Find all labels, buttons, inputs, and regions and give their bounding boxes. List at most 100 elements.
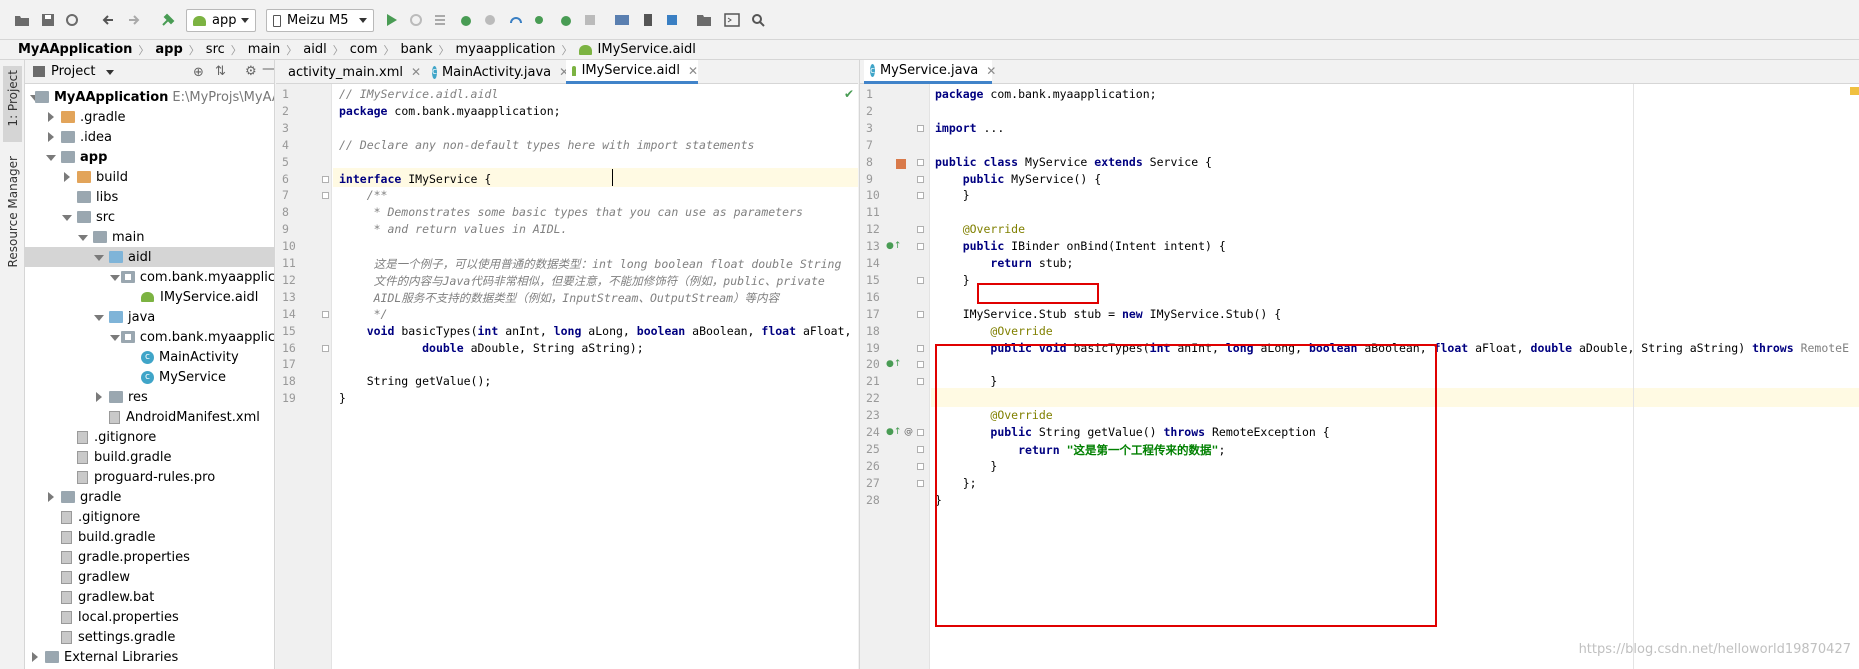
- expand-right-icon[interactable]: [29, 652, 39, 662]
- tree-item[interactable]: main: [25, 227, 274, 247]
- tree-item[interactable]: libs: [25, 187, 274, 207]
- fold-marker-icon[interactable]: [917, 226, 924, 234]
- expand-down-icon[interactable]: [109, 332, 120, 342]
- fold-marker-icon[interactable]: [322, 175, 329, 183]
- tab-mainactivity-java[interactable]: c MainActivity.java ✕: [426, 60, 569, 84]
- tree-item[interactable]: res: [25, 387, 274, 407]
- terminal-icon[interactable]: [722, 10, 742, 30]
- tree-item[interactable]: MyAApplication E:\MyProjs\MyAA: [25, 87, 274, 107]
- tree-item[interactable]: c MyService: [25, 367, 274, 387]
- tree-item[interactable]: gradle.properties: [25, 547, 274, 567]
- expand-down-icon[interactable]: [45, 152, 56, 162]
- fold-marker-icon[interactable]: [322, 192, 329, 200]
- gear-icon[interactable]: ⚙: [245, 64, 257, 79]
- sync-gradle-icon[interactable]: [612, 10, 632, 30]
- minimize-icon[interactable]: —: [262, 61, 274, 77]
- sdk-manager-icon[interactable]: [662, 10, 682, 30]
- breadcrumb-item-current[interactable]: IMyService.aidl: [578, 42, 696, 57]
- collapse-all-icon[interactable]: ⇅: [215, 64, 226, 79]
- fold-marker-icon[interactable]: [917, 445, 924, 453]
- fold-marker-icon[interactable]: [917, 344, 924, 352]
- tree-item[interactable]: AndroidManifest.xml: [25, 407, 274, 427]
- attach-debugger-icon[interactable]: [530, 10, 550, 30]
- fold-marker-icon[interactable]: [917, 310, 924, 318]
- fold-marker-icon[interactable]: [917, 378, 924, 386]
- tree-item[interactable]: com.bank.myaapplic: [25, 267, 274, 287]
- stop-icon[interactable]: [580, 10, 600, 30]
- open-folder-icon[interactable]: [12, 10, 32, 30]
- tab-imyservice-aidl[interactable]: IMyService.aidl ✕: [566, 60, 698, 84]
- tree-item[interactable]: aidl: [25, 247, 274, 267]
- tree-item[interactable]: gradlew.bat: [25, 587, 274, 607]
- breadcrumb-item[interactable]: main: [248, 42, 280, 57]
- fold-marker-icon[interactable]: [917, 276, 924, 284]
- fold-marker-icon[interactable]: [917, 158, 924, 166]
- project-structure-icon[interactable]: [694, 10, 714, 30]
- tree-item[interactable]: src: [25, 207, 274, 227]
- chevron-down-icon[interactable]: [106, 70, 114, 75]
- fold-marker-icon[interactable]: [917, 462, 924, 470]
- apply-changes-icon[interactable]: [406, 10, 426, 30]
- tree-item[interactable]: build.gradle: [25, 527, 274, 547]
- tree-item[interactable]: External Libraries: [25, 647, 274, 667]
- override-marker-icon[interactable]: ●↑: [886, 427, 901, 437]
- gauge-icon[interactable]: [506, 10, 526, 30]
- tree-item[interactable]: build.gradle: [25, 447, 274, 467]
- search-icon[interactable]: [748, 10, 768, 30]
- fold-marker-icon[interactable]: [917, 479, 924, 487]
- fold-marker-icon[interactable]: [322, 310, 329, 318]
- tree-item[interactable]: app: [25, 147, 274, 167]
- expand-right-icon[interactable]: [45, 132, 55, 142]
- save-all-icon[interactable]: [38, 10, 58, 30]
- breadcrumb-item[interactable]: MyAApplication: [18, 42, 132, 57]
- class-hierarchy-icon[interactable]: [896, 158, 906, 169]
- expand-down-icon[interactable]: [77, 232, 88, 242]
- fold-marker-icon[interactable]: [917, 361, 924, 369]
- fold-marker-icon[interactable]: [917, 192, 924, 200]
- tree-item[interactable]: settings.gradle: [25, 627, 274, 647]
- apply-code-changes-icon[interactable]: [430, 10, 450, 30]
- build-hammer-icon[interactable]: [158, 10, 178, 30]
- debug-icon[interactable]: [456, 10, 476, 30]
- expand-down-icon[interactable]: [109, 272, 120, 282]
- fold-marker-icon[interactable]: [917, 124, 924, 132]
- at-sign-icon[interactable]: @: [904, 427, 913, 437]
- expand-right-icon[interactable]: [61, 172, 71, 182]
- close-icon[interactable]: ✕: [986, 64, 996, 78]
- bug-run-icon[interactable]: [556, 10, 576, 30]
- tree-item[interactable]: proguard-rules.pro: [25, 467, 274, 487]
- project-view-select[interactable]: Project: [51, 64, 95, 79]
- expand-down-icon[interactable]: [93, 312, 104, 322]
- tab-myservice-java[interactable]: c MyService.java ✕: [864, 60, 996, 84]
- fold-marker-icon[interactable]: [917, 175, 924, 183]
- close-icon[interactable]: ✕: [688, 64, 698, 78]
- expand-down-icon[interactable]: [93, 252, 104, 262]
- tree-item[interactable]: .gradle: [25, 107, 274, 127]
- fold-marker-icon[interactable]: [917, 243, 924, 251]
- breadcrumb-item[interactable]: aidl: [303, 42, 326, 57]
- expand-right-icon[interactable]: [93, 392, 103, 402]
- sync-icon[interactable]: [62, 10, 82, 30]
- breadcrumb-item[interactable]: com: [350, 42, 378, 57]
- tree-item[interactable]: .idea: [25, 127, 274, 147]
- project-tool-tab[interactable]: 1: Project: [3, 66, 22, 142]
- tree-item[interactable]: c MainActivity: [25, 347, 274, 367]
- run-config-select[interactable]: app: [186, 9, 256, 32]
- fold-marker-icon[interactable]: [917, 429, 924, 436]
- breadcrumb-item[interactable]: myaapplication: [455, 42, 555, 57]
- locate-icon[interactable]: ⊕: [193, 65, 204, 80]
- device-select[interactable]: Meizu M5: [266, 9, 374, 32]
- run-icon[interactable]: [382, 10, 402, 30]
- override-marker-icon[interactable]: ●↑: [886, 359, 901, 369]
- avd-manager-icon[interactable]: [638, 10, 658, 30]
- tab-activity-main-xml[interactable]: activity_main.xml ✕: [276, 60, 421, 84]
- fold-marker-icon[interactable]: [322, 344, 329, 352]
- tree-item[interactable]: gradle: [25, 487, 274, 507]
- tree-item[interactable]: build: [25, 167, 274, 187]
- tree-item[interactable]: local.properties: [25, 607, 274, 627]
- tree-item[interactable]: .gitignore: [25, 427, 274, 447]
- override-marker-icon[interactable]: ●↑: [886, 241, 901, 251]
- breadcrumb-item[interactable]: src: [206, 42, 225, 57]
- tree-item[interactable]: java: [25, 307, 274, 327]
- expand-right-icon[interactable]: [45, 112, 55, 122]
